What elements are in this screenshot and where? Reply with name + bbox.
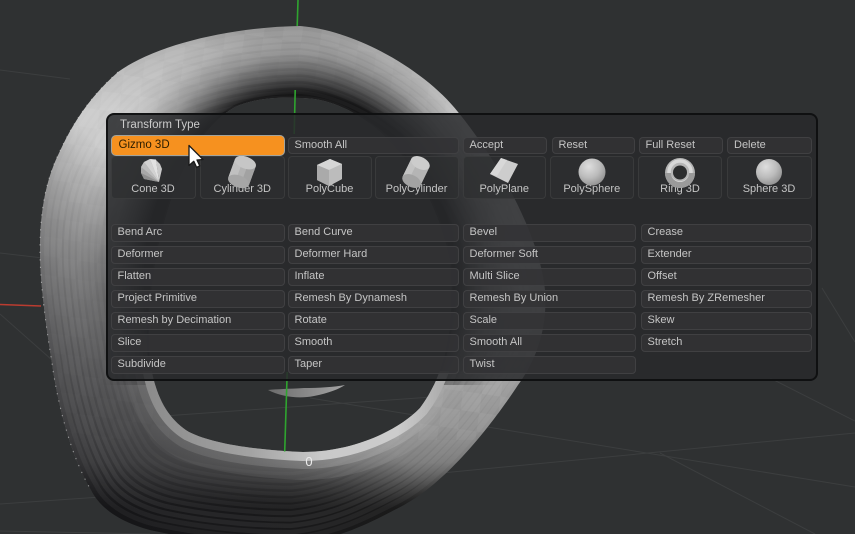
svg-text:0: 0 <box>305 454 312 469</box>
